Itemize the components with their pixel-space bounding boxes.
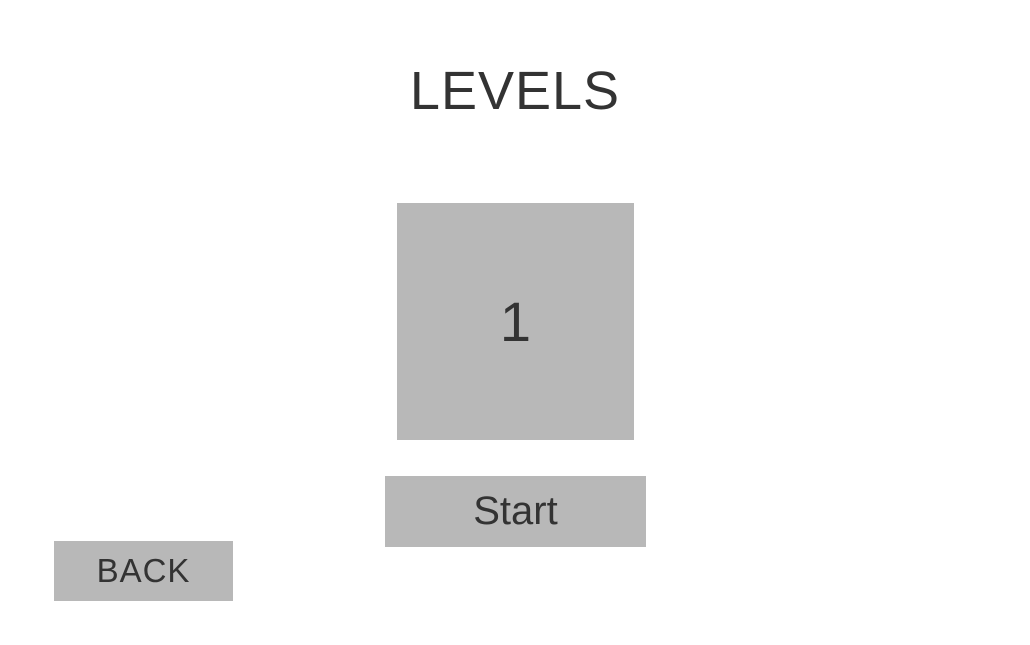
back-button[interactable]: BACK bbox=[54, 541, 233, 601]
level-number: 1 bbox=[499, 289, 532, 353]
page-title: LEVELS bbox=[409, 61, 621, 121]
start-button[interactable]: Start bbox=[385, 476, 646, 547]
level-tile-1[interactable]: 1 bbox=[397, 203, 634, 440]
